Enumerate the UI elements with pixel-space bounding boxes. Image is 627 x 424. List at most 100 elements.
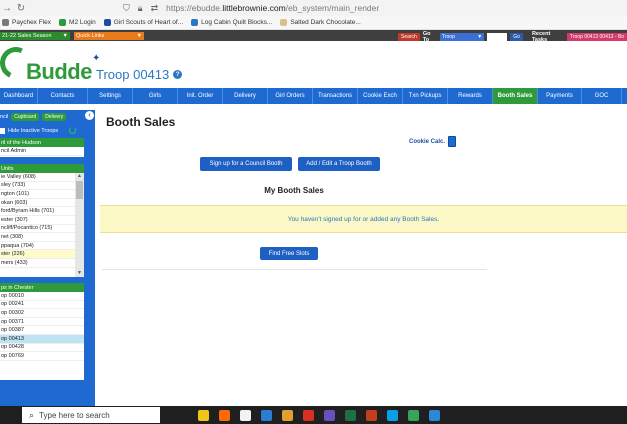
add-edit-troop-booth-button[interactable]: Add / Edit a Troop Booth <box>298 157 380 171</box>
bookmark-item[interactable]: M2 Login <box>59 19 96 26</box>
unit-item[interactable]: sley (733) <box>0 182 84 191</box>
calculator-icon[interactable] <box>448 136 457 147</box>
tab-girl-orders[interactable]: Girl Orders <box>268 88 313 104</box>
tab-settings[interactable]: Settings <box>88 88 133 104</box>
go-button[interactable]: Go <box>510 33 523 41</box>
tab-contacts[interactable]: Contacts <box>38 88 88 104</box>
unit-item[interactable]: ncliff/Pocantico (715) <box>0 225 84 234</box>
app-icon[interactable] <box>387 409 398 421</box>
tab-cookie-exch[interactable]: Cookie Exch <box>358 88 403 104</box>
scroll-thumb[interactable] <box>76 181 83 199</box>
scroll-down-icon[interactable]: ▼ <box>75 270 84 277</box>
tab-booth-sales[interactable]: Booth Sales <box>493 88 538 104</box>
season-select[interactable]: 21-22 Sales Season ▼ <box>0 31 70 40</box>
unit-item[interactable]: ford/Byram Hills (701) <box>0 207 84 216</box>
unit-item[interactable]: ngton (101) <box>0 190 84 199</box>
tab-txn-pickups[interactable]: Txn Pickups <box>403 88 448 104</box>
empty-state-message: You haven't signed up for or added any B… <box>287 215 440 223</box>
bookmark-item[interactable]: Girl Scouts of Heart of... <box>103 19 183 26</box>
delivery-button[interactable]: Delivery <box>42 113 67 121</box>
refresh-icon[interactable] <box>69 127 77 134</box>
app-icon[interactable] <box>408 409 419 421</box>
app-icon[interactable] <box>345 409 356 421</box>
bookmark-icon <box>280 19 288 26</box>
tab-dashboard[interactable]: Dashboard <box>0 88 38 104</box>
app-icon[interactable] <box>429 409 440 421</box>
tab-transactions[interactable]: Transactions <box>313 88 358 104</box>
unit-item[interactable]: ie Valley (608) <box>0 173 84 182</box>
unit-item[interactable]: ster (226) <box>0 250 84 259</box>
bookmark-item[interactable]: Log Cabin Quilt Blocks... <box>191 19 272 26</box>
checkbox-hide-inactive[interactable] <box>0 127 5 134</box>
troop-item[interactable]: op 00769 <box>0 352 84 361</box>
app-icon[interactable] <box>303 409 314 421</box>
bookmark-item[interactable]: Salted Dark Chocolate... <box>280 19 361 26</box>
troop-item[interactable]: op 00010 <box>0 292 84 301</box>
taskbar-apps <box>198 409 440 421</box>
my-booth-sales-heading: My Booth Sales <box>264 186 324 195</box>
units-section-header: Units <box>0 164 84 173</box>
troop-item[interactable]: op 00241 <box>0 301 84 310</box>
troop-item[interactable]: op 00413 <box>0 334 84 344</box>
goto-select[interactable]: Troop ▼ <box>439 33 485 41</box>
app-icon[interactable] <box>198 409 209 421</box>
app-icon[interactable] <box>240 409 251 421</box>
signup-council-booth-button[interactable]: Sign up for a Council Booth <box>200 157 292 171</box>
shield-icon[interactable]: ⛉ <box>123 3 130 14</box>
bookmarks-bar: Paychex Flex M2 Login Girl Scouts of Heart… <box>0 16 627 30</box>
app-icon[interactable] <box>282 409 293 421</box>
app-icon[interactable] <box>366 409 377 421</box>
units-list: ie Valley (608) sley (733) ngton (101) okan… <box>0 173 84 277</box>
unit-item[interactable]: net (308) <box>0 233 84 242</box>
address-bar[interactable]: https://ebudde.littlebrownie.com/eb_syst… <box>166 3 379 13</box>
browser-url-bar: → ↻ ⛉ 🔒︎ ⇄ https://ebudde.littlebrownie.… <box>0 0 627 16</box>
app-icon[interactable] <box>324 409 335 421</box>
permissions-icon[interactable]: ⇄ <box>151 3 159 14</box>
tab-girls[interactable]: Girls <box>133 88 178 104</box>
collapse-sidebar-icon[interactable]: ‹ <box>85 111 94 120</box>
empty-state-box: You haven't signed up for or added any B… <box>100 205 627 233</box>
bookmark-icon <box>59 19 67 26</box>
troop-item[interactable]: op 00371 <box>0 318 84 327</box>
section-title: Booth Sales <box>106 115 176 129</box>
main-nav: Dashboard Contacts Settings Girls Init. Orde… <box>0 88 627 104</box>
bookmark-icon <box>191 19 199 26</box>
goto-input[interactable] <box>487 33 508 41</box>
taskbar: ⌕ Type here to search <box>0 406 627 424</box>
cupboard-button[interactable]: Cupboard <box>11 113 40 121</box>
help-icon[interactable]: ? <box>173 70 183 79</box>
tab-goc[interactable]: GOC <box>582 88 622 104</box>
logo[interactable]: Budde <box>26 59 92 85</box>
lock-icon[interactable]: 🔒︎ <box>138 3 143 14</box>
main-content: Booth Sales Cookie Calc. Sign up for a C… <box>100 110 627 406</box>
tab-init-order[interactable]: Init. Order <box>178 88 223 104</box>
app-icon[interactable] <box>261 409 272 421</box>
council-label: ncil <box>0 114 9 120</box>
troop-item[interactable]: op 00302 <box>0 309 84 318</box>
troop-item[interactable]: op 00387 <box>0 326 84 335</box>
chevron-down-icon: ▼ <box>62 32 68 39</box>
search-button[interactable]: Search <box>398 33 420 41</box>
bookmark-item[interactable]: Paychex Flex <box>2 19 51 26</box>
unit-item[interactable]: mers (433) <box>0 259 84 268</box>
quick-links-select[interactable]: Quick Links ▼ <box>74 31 144 40</box>
back-arrow-icon[interactable]: → <box>0 3 14 14</box>
app-icon[interactable] <box>219 409 230 421</box>
find-free-slots-button[interactable]: Find Free Slots <box>260 247 318 260</box>
units-scrollbar[interactable]: ▲ ▼ <box>75 173 84 277</box>
tab-payments[interactable]: Payments <box>538 88 582 104</box>
recent-task-item[interactable]: Troop 00413 00413 - Bo <box>566 33 627 41</box>
tab-rewards[interactable]: Rewards <box>448 88 493 104</box>
scroll-up-icon[interactable]: ▲ <box>75 173 84 180</box>
unit-item[interactable]: ppaqua (704) <box>0 242 84 251</box>
star-icon: ✦ <box>92 53 101 64</box>
tab-delivery[interactable]: Delivery <box>223 88 268 104</box>
troops-list: op 00010 op 00241 op 00302 op 00371 op 00387… <box>0 292 84 380</box>
reload-icon[interactable]: ↻ <box>14 3 28 14</box>
unit-item[interactable]: okan (603) <box>0 199 84 208</box>
unit-item[interactable]: ester (307) <box>0 216 84 225</box>
taskbar-search[interactable]: ⌕ Type here to search <box>22 407 160 423</box>
council-admin-item[interactable]: ncil Admin <box>0 147 84 156</box>
cookie-calc-link[interactable]: Cookie Calc. <box>409 136 457 147</box>
troop-item[interactable]: op 00428 <box>0 344 84 353</box>
